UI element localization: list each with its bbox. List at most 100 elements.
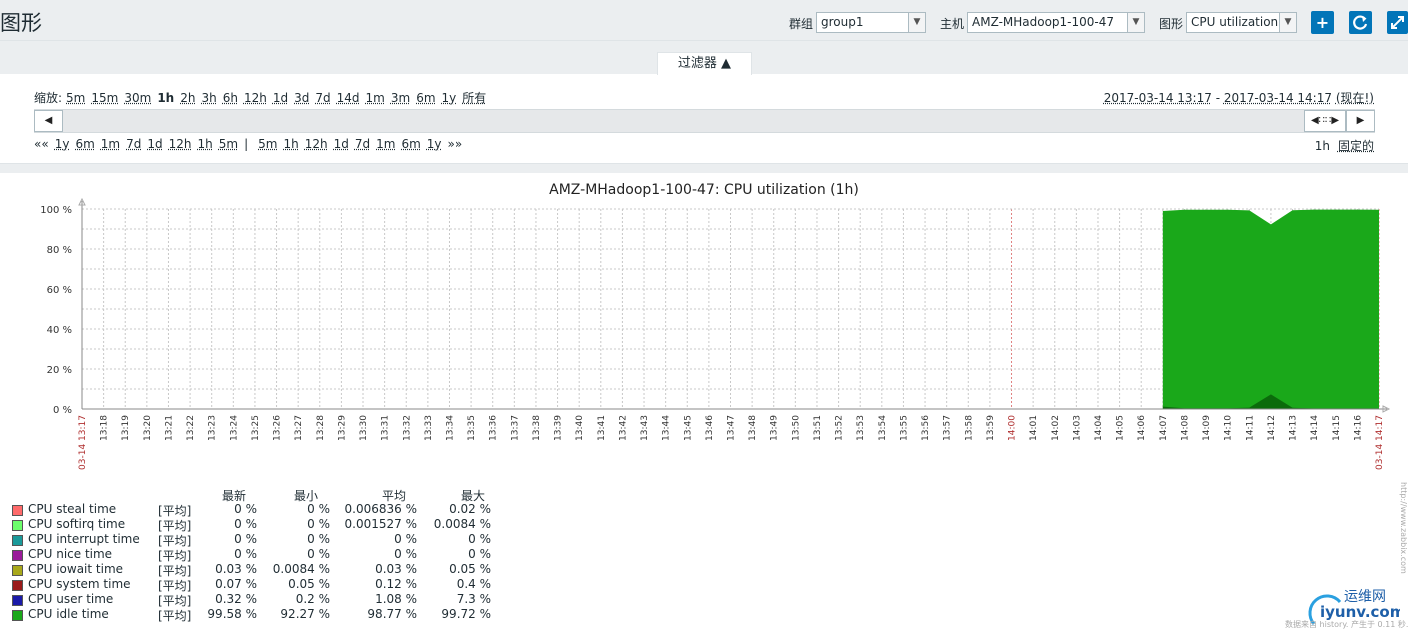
x-tick-label: 14:15 xyxy=(1332,415,1342,441)
zoom-links-item[interactable]: 3m xyxy=(391,91,410,105)
x-tick-label: 13:26 xyxy=(273,415,283,441)
range-separator: - xyxy=(1211,91,1224,105)
time-range: 2017-03-14 13:17 - 2017-03-14 14:17 (现在!… xyxy=(1104,89,1374,106)
fullscreen-button[interactable] xyxy=(1387,11,1408,34)
x-tick-label: 13:33 xyxy=(424,415,434,441)
zoom-links-item[interactable]: 12h xyxy=(244,91,267,105)
y-tick-label: 100 % xyxy=(40,205,72,216)
filter-toggle-tab[interactable]: 过滤器 ▲ xyxy=(657,52,752,76)
fixed-toggle-link[interactable]: 固定的 xyxy=(1338,139,1374,153)
legend-value-min: 0 % xyxy=(307,517,330,531)
zoom-links-item[interactable]: 6m xyxy=(416,91,435,105)
nav-fwd-item[interactable]: 1y xyxy=(427,137,442,151)
refresh-icon xyxy=(1353,15,1368,30)
legend-series-name: CPU interrupt time xyxy=(28,532,140,546)
nav-fwd-item[interactable]: 7d xyxy=(355,137,370,151)
legend-value-min: 92.27 % xyxy=(280,607,330,621)
scroll-handle[interactable]: ◀∷∷▶ xyxy=(1304,110,1346,132)
x-tick-label: 13:36 xyxy=(489,415,499,441)
x-tick-label: 13:20 xyxy=(143,415,153,441)
nav-back-item[interactable]: 7d xyxy=(126,137,141,151)
x-tick-label: 13:49 xyxy=(770,415,780,441)
scroll-right-button[interactable]: ▶ xyxy=(1346,110,1375,132)
x-tick-label: 13:59 xyxy=(986,415,996,441)
nav-back-item[interactable]: 1h xyxy=(198,137,213,151)
zoom-links-item[interactable]: 3h xyxy=(201,91,216,105)
x-tick-label: 13:58 xyxy=(964,415,974,441)
x-tick-label: 13:57 xyxy=(943,415,953,441)
x-tick-label: 13:35 xyxy=(467,415,477,441)
nav-back-item[interactable]: 1y xyxy=(55,137,70,151)
zoom-links-item[interactable]: 1d xyxy=(273,91,288,105)
zoom-links-item[interactable]: 5m xyxy=(66,91,85,105)
add-button[interactable]: + xyxy=(1311,11,1334,34)
scroll-left-button[interactable]: ◀ xyxy=(34,110,63,132)
host-label: 主机 xyxy=(940,17,965,31)
nav-back-links: 1y 6m 1m 7d 1d 12h 1h 5m xyxy=(55,137,244,151)
range-from-link[interactable]: 2017-03-14 13:17 xyxy=(1104,91,1212,105)
nav-back-item[interactable]: 12h xyxy=(169,137,192,151)
refresh-button[interactable] xyxy=(1349,11,1372,34)
chevron-down-icon: ▼ xyxy=(908,13,925,32)
plus-icon: + xyxy=(1315,13,1330,32)
zoom-links-item[interactable]: 1y xyxy=(442,91,457,105)
nav-fwd-item[interactable]: 1h xyxy=(283,137,298,151)
zoom-links-item[interactable]: 1h xyxy=(157,91,174,105)
nav-back-item[interactable]: 1d xyxy=(147,137,162,151)
legend-series-name: CPU nice time xyxy=(28,547,113,561)
arrow-right-icon: ▶ xyxy=(1356,115,1365,126)
x-tick-label: 14:04 xyxy=(1094,415,1104,441)
x-tick-label: 13:40 xyxy=(575,415,585,441)
legend-series-name: CPU softirq time xyxy=(28,517,126,531)
range-to-link[interactable]: 2017-03-14 14:17 xyxy=(1224,91,1332,105)
legend-value-max: 0.4 % xyxy=(456,577,491,591)
zoom-links-item[interactable]: 所有 xyxy=(462,91,486,105)
nav-fwd-item[interactable]: 12h xyxy=(305,137,328,151)
nav-fwd-item[interactable]: 1m xyxy=(376,137,395,151)
legend-value-max: 99.72 % xyxy=(441,607,491,621)
y-tick-label: 0 % xyxy=(53,405,72,416)
group-select[interactable]: group1 ▼ xyxy=(816,12,926,33)
legend-row: CPU steal time [平均] 0 % 0 % 0.006836 % 0.02 % xyxy=(12,502,512,518)
zoom-links-item[interactable]: 3d xyxy=(294,91,309,105)
y-tick-label: 20 % xyxy=(47,365,72,376)
x-tick-label: 13:38 xyxy=(532,415,542,441)
x-tick-label: 14:13 xyxy=(1289,415,1299,441)
zoom-links-item[interactable]: 30m xyxy=(124,91,151,105)
nav-fwd-item[interactable]: 6m xyxy=(401,137,420,151)
nav-back-prefix: «« xyxy=(34,137,49,151)
x-tick-label: 13:47 xyxy=(727,415,737,441)
graph-label: 图形 xyxy=(1159,17,1184,31)
fullscreen-icon xyxy=(1391,16,1404,29)
legend-value-min: 0 % xyxy=(307,547,330,561)
timeline-scrollbar[interactable] xyxy=(34,109,1375,133)
section-divider xyxy=(0,164,1408,173)
graph-select[interactable]: CPU utilization ▼ xyxy=(1186,12,1297,33)
nav-fwd-item[interactable]: 1d xyxy=(334,137,349,151)
legend-swatch xyxy=(12,535,23,546)
zoom-links-item[interactable]: 2h xyxy=(180,91,195,105)
legend-row: CPU iowait time [平均] 0.03 % 0.0084 % 0.03 % 0… xyxy=(12,562,512,578)
zoom-links-item[interactable]: 6h xyxy=(223,91,238,105)
x-tick-label: 13:37 xyxy=(510,415,520,441)
x-tick-label: 13:34 xyxy=(445,415,455,441)
nav-fwd-item[interactable]: 5m xyxy=(258,137,277,151)
x-tick-label: 13:19 xyxy=(121,415,131,441)
host-select[interactable]: AMZ-MHadoop1-100-47 ▼ xyxy=(967,12,1145,33)
y-tick-label: 40 % xyxy=(47,325,72,336)
legend-series-name: CPU system time xyxy=(28,577,131,591)
zoom-links-item[interactable]: 1m xyxy=(366,91,385,105)
legend-series-name: CPU idle time xyxy=(28,607,109,621)
x-tick-label: 13:50 xyxy=(791,415,801,441)
range-now-link[interactable]: (现在!) xyxy=(1336,91,1374,105)
nav-back-item[interactable]: 5m xyxy=(219,137,238,151)
x-tick-label: 14:16 xyxy=(1353,415,1363,441)
zoom-links-item[interactable]: 15m xyxy=(91,91,118,105)
zoom-links-item[interactable]: 7d xyxy=(315,91,330,105)
x-tick-label: 13:54 xyxy=(878,415,888,441)
nav-back-item[interactable]: 6m xyxy=(75,137,94,151)
nav-back-item[interactable]: 1m xyxy=(101,137,120,151)
x-tick-label: 13:27 xyxy=(294,415,304,441)
zoom-links-item[interactable]: 14d xyxy=(337,91,360,105)
legend-series-name: CPU steal time xyxy=(28,502,117,516)
